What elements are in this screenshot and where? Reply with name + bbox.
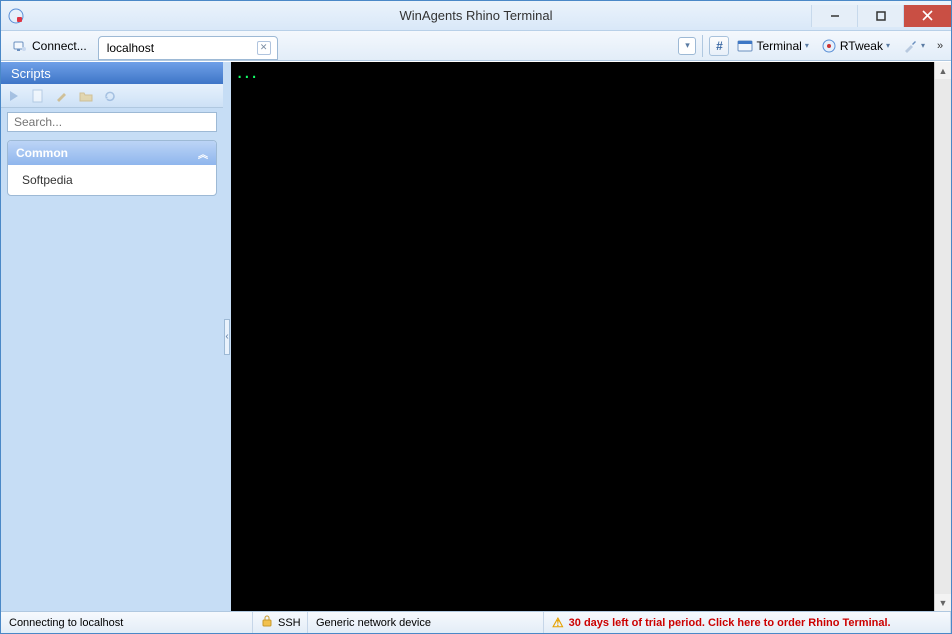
chevron-down-icon: ▾ xyxy=(886,41,890,50)
connect-button[interactable]: Connect... xyxy=(5,35,94,57)
chevron-down-icon: ▾ xyxy=(921,41,925,50)
rtweak-menu[interactable]: RTweak ▾ xyxy=(817,36,894,56)
terminal-prompt: ... xyxy=(236,67,258,81)
app-icon xyxy=(7,7,25,25)
new-script-icon[interactable] xyxy=(27,86,49,106)
scroll-down-icon[interactable]: ▼ xyxy=(935,594,951,611)
vertical-scrollbar[interactable]: ▲ ▼ xyxy=(934,62,951,611)
status-bar: Connecting to localhost SSH Generic netw… xyxy=(1,611,951,633)
terminal-icon xyxy=(737,38,753,54)
terminal-area: ... ▲ ▼ xyxy=(231,62,951,611)
edit-script-icon[interactable] xyxy=(51,86,73,106)
connect-icon xyxy=(12,38,28,54)
separator xyxy=(702,35,703,57)
status-connection: Connecting to localhost xyxy=(1,612,253,633)
folder-icon[interactable] xyxy=(75,86,97,106)
scroll-track[interactable] xyxy=(935,79,951,594)
tools-menu[interactable]: ▾ xyxy=(898,36,929,56)
minimize-button[interactable] xyxy=(811,5,857,27)
script-group: Common ︽ Softpedia xyxy=(7,140,217,196)
splitter-grip-icon: ‹ xyxy=(224,319,230,355)
collapse-icon: ︽ xyxy=(198,146,208,161)
tools-icon xyxy=(902,38,918,54)
rtweak-menu-label: RTweak xyxy=(840,39,883,53)
scripts-panel: Scripts Common ︽ Softpedia xyxy=(1,62,223,611)
status-protocol-text: SSH xyxy=(278,617,301,629)
tab-close-button[interactable]: ✕ xyxy=(257,41,271,55)
title-bar: WinAgents Rhino Terminal xyxy=(1,1,951,31)
status-trial[interactable]: ⚠ 30 days left of trial period. Click he… xyxy=(544,612,951,633)
hash-grid-button[interactable]: # xyxy=(709,36,729,56)
toolbar: Connect... localhost ✕ ▾ # Terminal ▾ xyxy=(1,31,951,61)
search-wrap xyxy=(1,108,223,136)
window-title: WinAgents Rhino Terminal xyxy=(1,8,951,23)
chevron-down-icon: ▾ xyxy=(805,41,809,50)
rtweak-icon xyxy=(821,38,837,54)
refresh-icon[interactable] xyxy=(99,86,121,106)
search-input[interactable] xyxy=(7,112,217,132)
terminal-view[interactable]: ... xyxy=(231,62,934,611)
status-trial-text: 30 days left of trial period. Click here… xyxy=(569,617,891,629)
close-button[interactable] xyxy=(903,5,951,27)
status-connection-text: Connecting to localhost xyxy=(9,617,123,629)
window-controls xyxy=(811,5,951,27)
script-item[interactable]: Softpedia xyxy=(8,165,216,195)
terminal-menu-label: Terminal xyxy=(756,39,801,53)
content-area: Scripts Common ︽ Softpedia ‹ xyxy=(1,61,951,611)
app-window: WinAgents Rhino Terminal Connect... xyxy=(0,0,952,634)
scripts-toolbar xyxy=(1,84,223,108)
maximize-button[interactable] xyxy=(857,5,903,27)
terminal-menu[interactable]: Terminal ▾ xyxy=(733,36,812,56)
status-device-text: Generic network device xyxy=(316,617,431,629)
connect-label: Connect... xyxy=(32,39,87,53)
script-group-header[interactable]: Common ︽ xyxy=(8,141,216,165)
toolbar-overflow[interactable]: » xyxy=(933,40,947,52)
tab-label: localhost xyxy=(107,41,154,55)
lock-icon xyxy=(261,615,273,630)
script-group-title: Common xyxy=(16,146,68,160)
splitter[interactable]: ‹ xyxy=(223,62,231,611)
scripts-panel-title: Scripts xyxy=(1,62,223,84)
warning-icon: ⚠ xyxy=(552,615,564,631)
run-script-icon[interactable] xyxy=(3,86,25,106)
tab-list-dropdown[interactable]: ▾ xyxy=(678,37,696,55)
session-tab[interactable]: localhost ✕ xyxy=(98,36,278,60)
status-protocol: SSH xyxy=(253,612,308,633)
scroll-up-icon[interactable]: ▲ xyxy=(935,62,951,79)
status-device: Generic network device xyxy=(308,612,544,633)
